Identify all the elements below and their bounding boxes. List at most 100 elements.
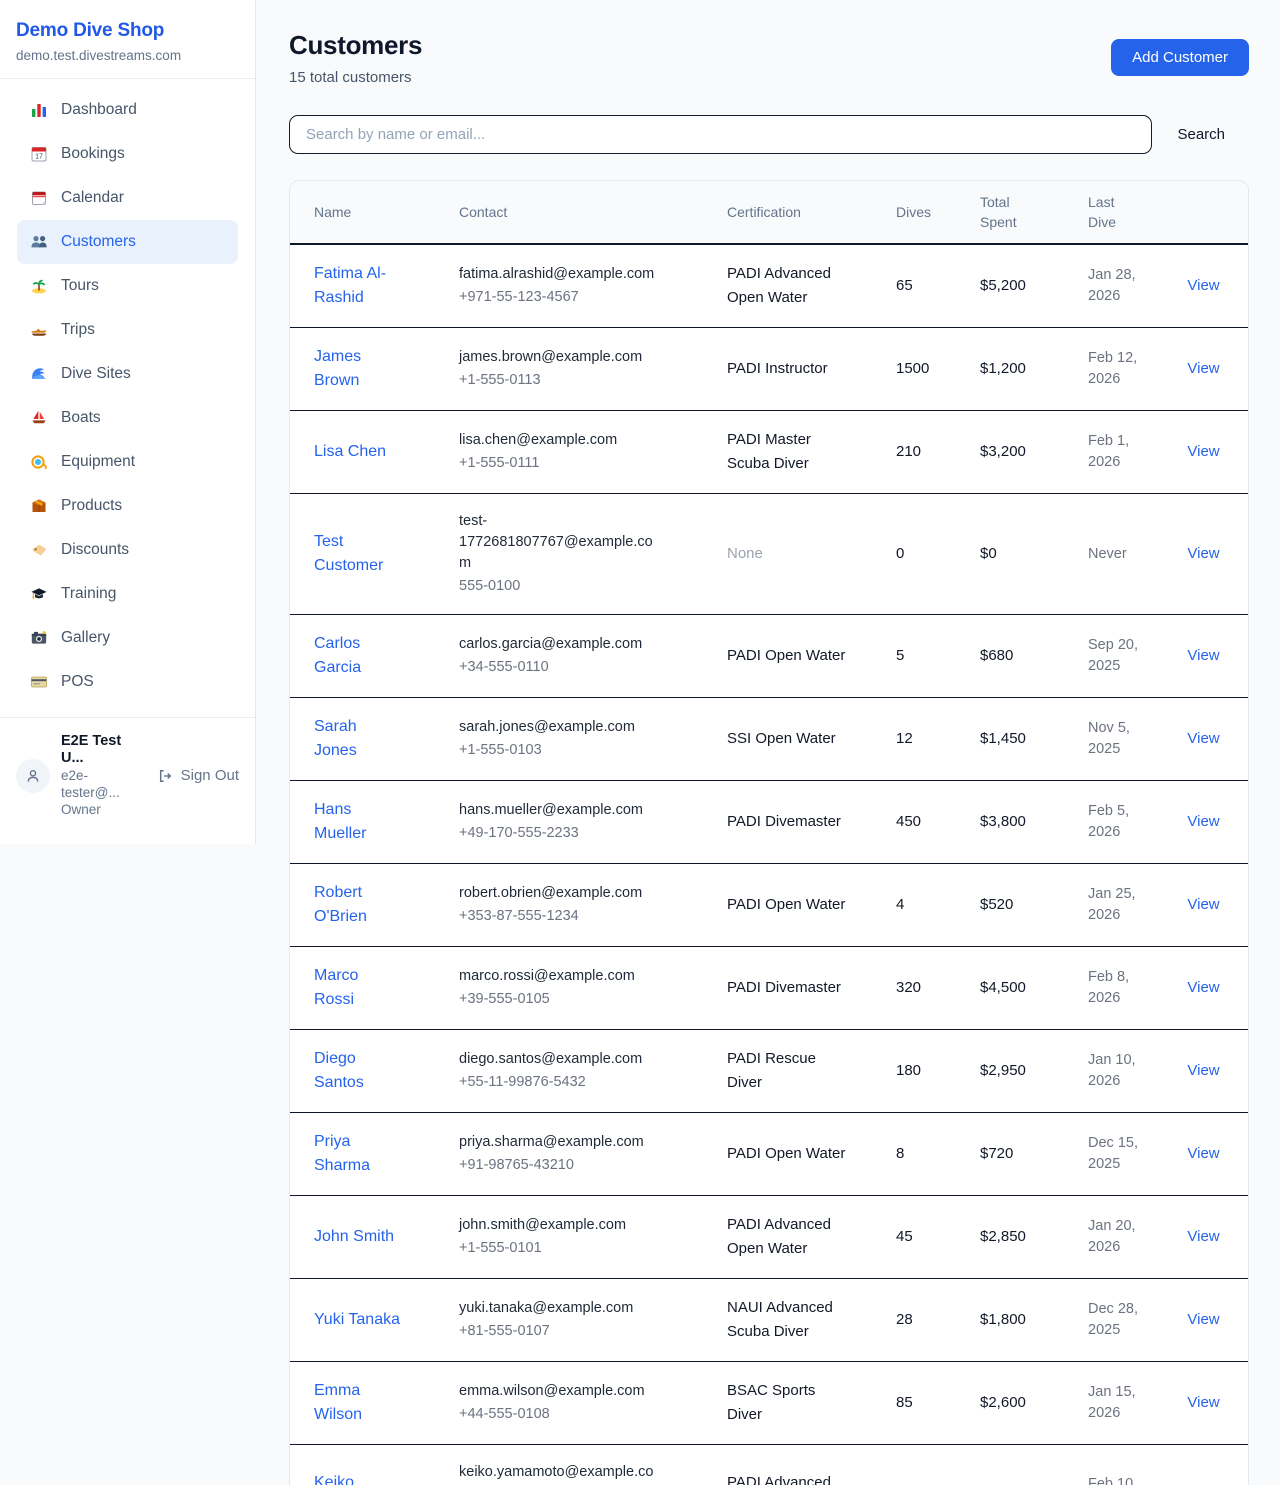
add-customer-button[interactable]: Add Customer xyxy=(1111,39,1249,76)
gallery-icon xyxy=(29,628,49,648)
customer-name-link[interactable]: Fatima Al-Rashid xyxy=(314,262,402,310)
avatar xyxy=(16,759,50,793)
customer-email: sarah.jones@example.com xyxy=(459,717,664,738)
view-link[interactable]: View xyxy=(1187,1062,1219,1079)
customer-email: marco.rossi@example.com xyxy=(459,966,664,987)
customer-name-link[interactable]: Keiko Yamamoto xyxy=(314,1471,402,1485)
customer-certification: PADI Advanced Open Water xyxy=(727,1213,851,1261)
customer-name-link[interactable]: Robert O'Brien xyxy=(314,881,402,929)
customer-dives: 85 xyxy=(896,1394,913,1411)
sign-out-icon xyxy=(156,767,174,785)
view-link[interactable]: View xyxy=(1187,277,1219,294)
sidebar-item-trips[interactable]: Trips xyxy=(17,308,238,352)
sign-out-button[interactable]: Sign Out xyxy=(156,767,239,785)
sidebar-item-dashboard[interactable]: Dashboard xyxy=(17,88,238,132)
sidebar-item-bookings[interactable]: 17 Bookings xyxy=(17,132,238,176)
customer-name-link[interactable]: Carlos Garcia xyxy=(314,632,402,680)
customer-total-spent: $1,800 xyxy=(980,1311,1026,1328)
customer-name-link[interactable]: Lisa Chen xyxy=(314,440,386,464)
view-link[interactable]: View xyxy=(1187,360,1219,377)
customer-name-link[interactable]: Sarah Jones xyxy=(314,715,402,763)
sidebar-item-boats[interactable]: Boats xyxy=(17,396,238,440)
view-link[interactable]: View xyxy=(1187,1145,1219,1162)
view-link[interactable]: View xyxy=(1187,1394,1219,1411)
customer-last-dive: Sep 20, 2025 xyxy=(1088,635,1150,677)
customer-total-spent: $1,200 xyxy=(980,360,1026,377)
search-row: Search xyxy=(289,115,1249,154)
customer-name-link[interactable]: John Smith xyxy=(314,1225,394,1249)
customer-name-link[interactable]: Hans Mueller xyxy=(314,798,402,846)
table-row: Priya Sharma priya.sharma@example.com +9… xyxy=(290,1113,1248,1196)
table-row: Emma Wilson emma.wilson@example.com +44-… xyxy=(290,1362,1248,1445)
customer-name-link[interactable]: Yuki Tanaka xyxy=(314,1308,400,1332)
customer-dives: 45 xyxy=(896,1228,913,1245)
customer-name-link[interactable]: Emma Wilson xyxy=(314,1379,402,1427)
customer-phone: +1-555-0113 xyxy=(459,370,713,391)
user-name: E2E Test U... xyxy=(61,733,145,767)
sidebar-nav: Dashboard 17 Bookings Calendar Customers… xyxy=(0,79,255,717)
customer-dives: 450 xyxy=(896,813,921,830)
customer-total-spent: $720 xyxy=(980,1145,1013,1162)
view-link[interactable]: View xyxy=(1187,1311,1219,1328)
page-title: Customers xyxy=(289,30,422,60)
view-link[interactable]: View xyxy=(1187,647,1219,664)
customer-last-dive: Dec 28, 2025 xyxy=(1088,1299,1150,1341)
sidebar-item-label: Dashboard xyxy=(61,101,137,119)
customer-email: carlos.garcia@example.com xyxy=(459,634,664,655)
view-link[interactable]: View xyxy=(1187,813,1219,830)
customer-name-link[interactable]: Test Customer xyxy=(314,530,402,578)
table-row: Yuki Tanaka yuki.tanaka@example.com +81-… xyxy=(290,1279,1248,1362)
main-content: Customers 15 total customers Add Custome… xyxy=(256,0,1280,1485)
customer-certification: SSI Open Water xyxy=(727,727,836,751)
customer-certification: PADI Instructor xyxy=(727,357,828,381)
view-link[interactable]: View xyxy=(1187,896,1219,913)
sidebar-item-discounts[interactable]: Discounts xyxy=(17,528,238,572)
view-link[interactable]: View xyxy=(1187,545,1219,562)
sidebar-item-tours[interactable]: Tours xyxy=(17,264,238,308)
search-button[interactable]: Search xyxy=(1152,126,1249,143)
customer-name-link[interactable]: Diego Santos xyxy=(314,1047,402,1095)
customer-name-link[interactable]: Marco Rossi xyxy=(314,964,402,1012)
customers-table-card: NameContactCertificationDivesTotal Spent… xyxy=(289,180,1249,1485)
customer-total-spent: $5,200 xyxy=(980,277,1026,294)
svg-text:17: 17 xyxy=(35,154,43,161)
sidebar-item-equipment[interactable]: Equipment xyxy=(17,440,238,484)
app-layout: Demo Dive Shop demo.test.divestreams.com… xyxy=(0,0,1280,1485)
customer-total-spent: $680 xyxy=(980,647,1013,664)
customer-phone: +1-555-0103 xyxy=(459,740,713,761)
sidebar-item-label: Customers xyxy=(61,233,136,251)
sidebar-item-pos[interactable]: POS xyxy=(17,660,238,704)
sidebar-item-calendar[interactable]: Calendar xyxy=(17,176,238,220)
sidebar-item-customers[interactable]: Customers xyxy=(17,220,238,264)
view-link[interactable]: View xyxy=(1187,730,1219,747)
tours-icon xyxy=(29,276,49,296)
customer-phone: +1-555-0111 xyxy=(459,453,713,474)
customer-last-dive: Dec 15, 2025 xyxy=(1088,1133,1150,1175)
view-link[interactable]: View xyxy=(1187,443,1219,460)
customer-dives: 5 xyxy=(896,647,904,664)
view-link[interactable]: View xyxy=(1187,979,1219,996)
customer-email: test-1772681807767@example.com xyxy=(459,511,664,574)
sidebar-item-training[interactable]: Training xyxy=(17,572,238,616)
customer-dives: 4 xyxy=(896,896,904,913)
table-row: Marco Rossi marco.rossi@example.com +39-… xyxy=(290,947,1248,1030)
customer-name-link[interactable]: James Brown xyxy=(314,345,402,393)
customer-dives: 0 xyxy=(896,545,904,562)
customer-total-spent: $520 xyxy=(980,896,1013,913)
customer-phone: +55-11-99876-5432 xyxy=(459,1072,713,1093)
customer-total-spent: $2,600 xyxy=(980,1394,1026,1411)
customer-phone: +353-87-555-1234 xyxy=(459,906,713,927)
search-input[interactable] xyxy=(289,115,1152,154)
customer-last-dive: Jan 28, 2026 xyxy=(1088,265,1150,307)
table-row: Sarah Jones sarah.jones@example.com +1-5… xyxy=(290,698,1248,781)
user-info: E2E Test U... e2e-tester@... Owner xyxy=(61,733,145,818)
customer-certification: PADI Advanced Open Water xyxy=(727,1471,851,1485)
sidebar-item-gallery[interactable]: Gallery xyxy=(17,616,238,660)
customer-name-link[interactable]: Priya Sharma xyxy=(314,1130,402,1178)
view-link[interactable]: View xyxy=(1187,1228,1219,1245)
customer-phone: 555-0100 xyxy=(459,576,713,597)
sidebar-item-dive-sites[interactable]: Dive Sites xyxy=(17,352,238,396)
customer-certification: BSAC Sports Diver xyxy=(727,1379,851,1427)
customer-last-dive: Feb 12, 2026 xyxy=(1088,348,1150,390)
sidebar-item-products[interactable]: Products xyxy=(17,484,238,528)
